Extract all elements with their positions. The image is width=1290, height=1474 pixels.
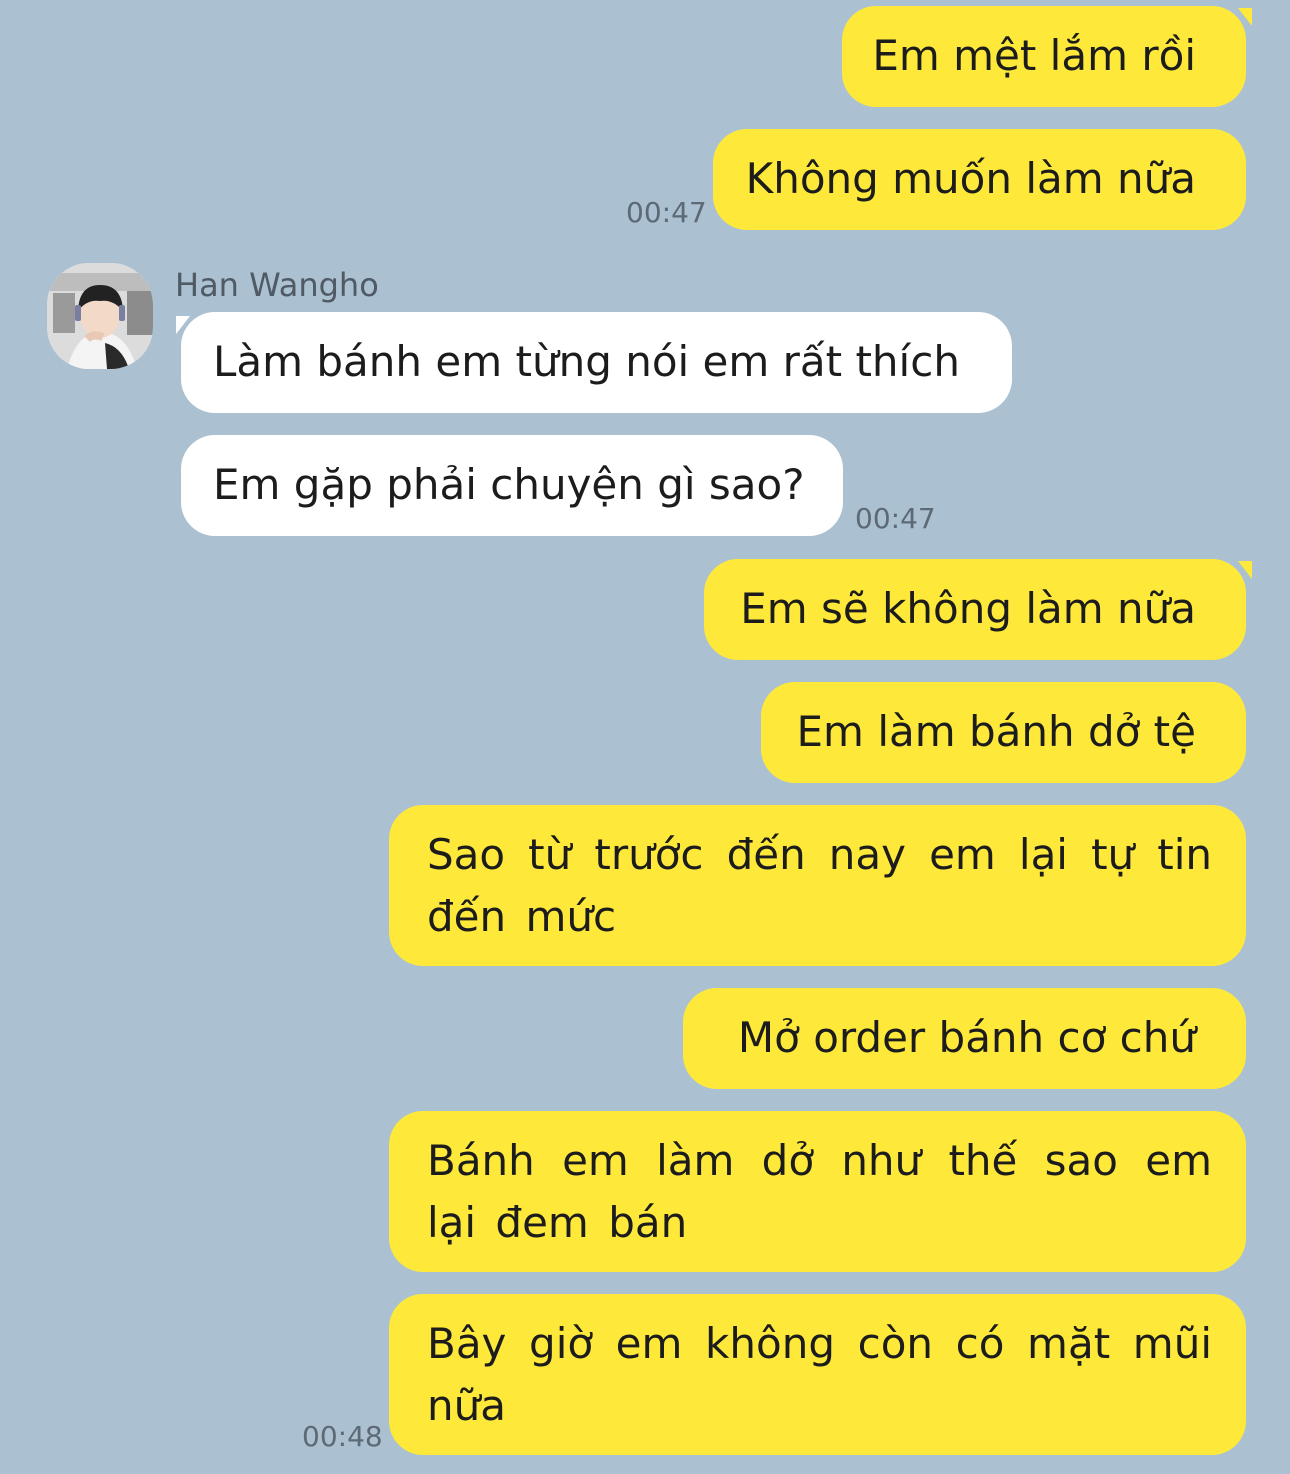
outgoing-message[interactable]: Sao từ trước đến nay em lại tự tin đến m…: [389, 805, 1246, 966]
message-text: Không muốn làm nữa: [745, 154, 1196, 203]
message-timestamp: 00:48: [302, 1420, 383, 1453]
incoming-message[interactable]: Làm bánh em từng nói em rất thích: [181, 312, 1012, 413]
outgoing-message[interactable]: Không muốn làm nữa: [713, 129, 1246, 230]
message-text: Em làm bánh dở tệ: [796, 707, 1196, 756]
outgoing-message[interactable]: Bánh em làm dở như thế sao em lại đem bá…: [389, 1111, 1246, 1272]
message-timestamp: 00:47: [855, 502, 936, 535]
message-text: Mở order bánh cơ chứ: [737, 1013, 1196, 1062]
message-text: Bánh em làm dở như thế sao em lại đem bá…: [427, 1136, 1212, 1247]
outgoing-message[interactable]: Em sẽ không làm nữa: [704, 559, 1246, 660]
message-text: Em sẽ không làm nữa: [740, 584, 1196, 633]
sender-name: Han Wangho: [175, 266, 379, 304]
message-text: Sao từ trước đến nay em lại tự tin đến m…: [427, 830, 1212, 941]
message-timestamp: 00:47: [626, 196, 707, 229]
message-text: Bây giờ em không còn có mặt mũi nữa: [427, 1319, 1212, 1430]
incoming-message[interactable]: Em gặp phải chuyện gì sao?: [181, 435, 843, 536]
avatar-photo: [47, 263, 153, 369]
outgoing-message[interactable]: Mở order bánh cơ chứ: [683, 988, 1246, 1089]
avatar[interactable]: [47, 263, 153, 369]
outgoing-message[interactable]: Em mệt lắm rồi: [842, 6, 1246, 107]
message-text: Em mệt lắm rồi: [872, 31, 1196, 80]
outgoing-message[interactable]: Bây giờ em không còn có mặt mũi nữa: [389, 1294, 1246, 1455]
message-text: Em gặp phải chuyện gì sao?: [213, 460, 805, 509]
message-text: Làm bánh em từng nói em rất thích: [213, 337, 960, 386]
outgoing-message[interactable]: Em làm bánh dở tệ: [761, 682, 1246, 783]
